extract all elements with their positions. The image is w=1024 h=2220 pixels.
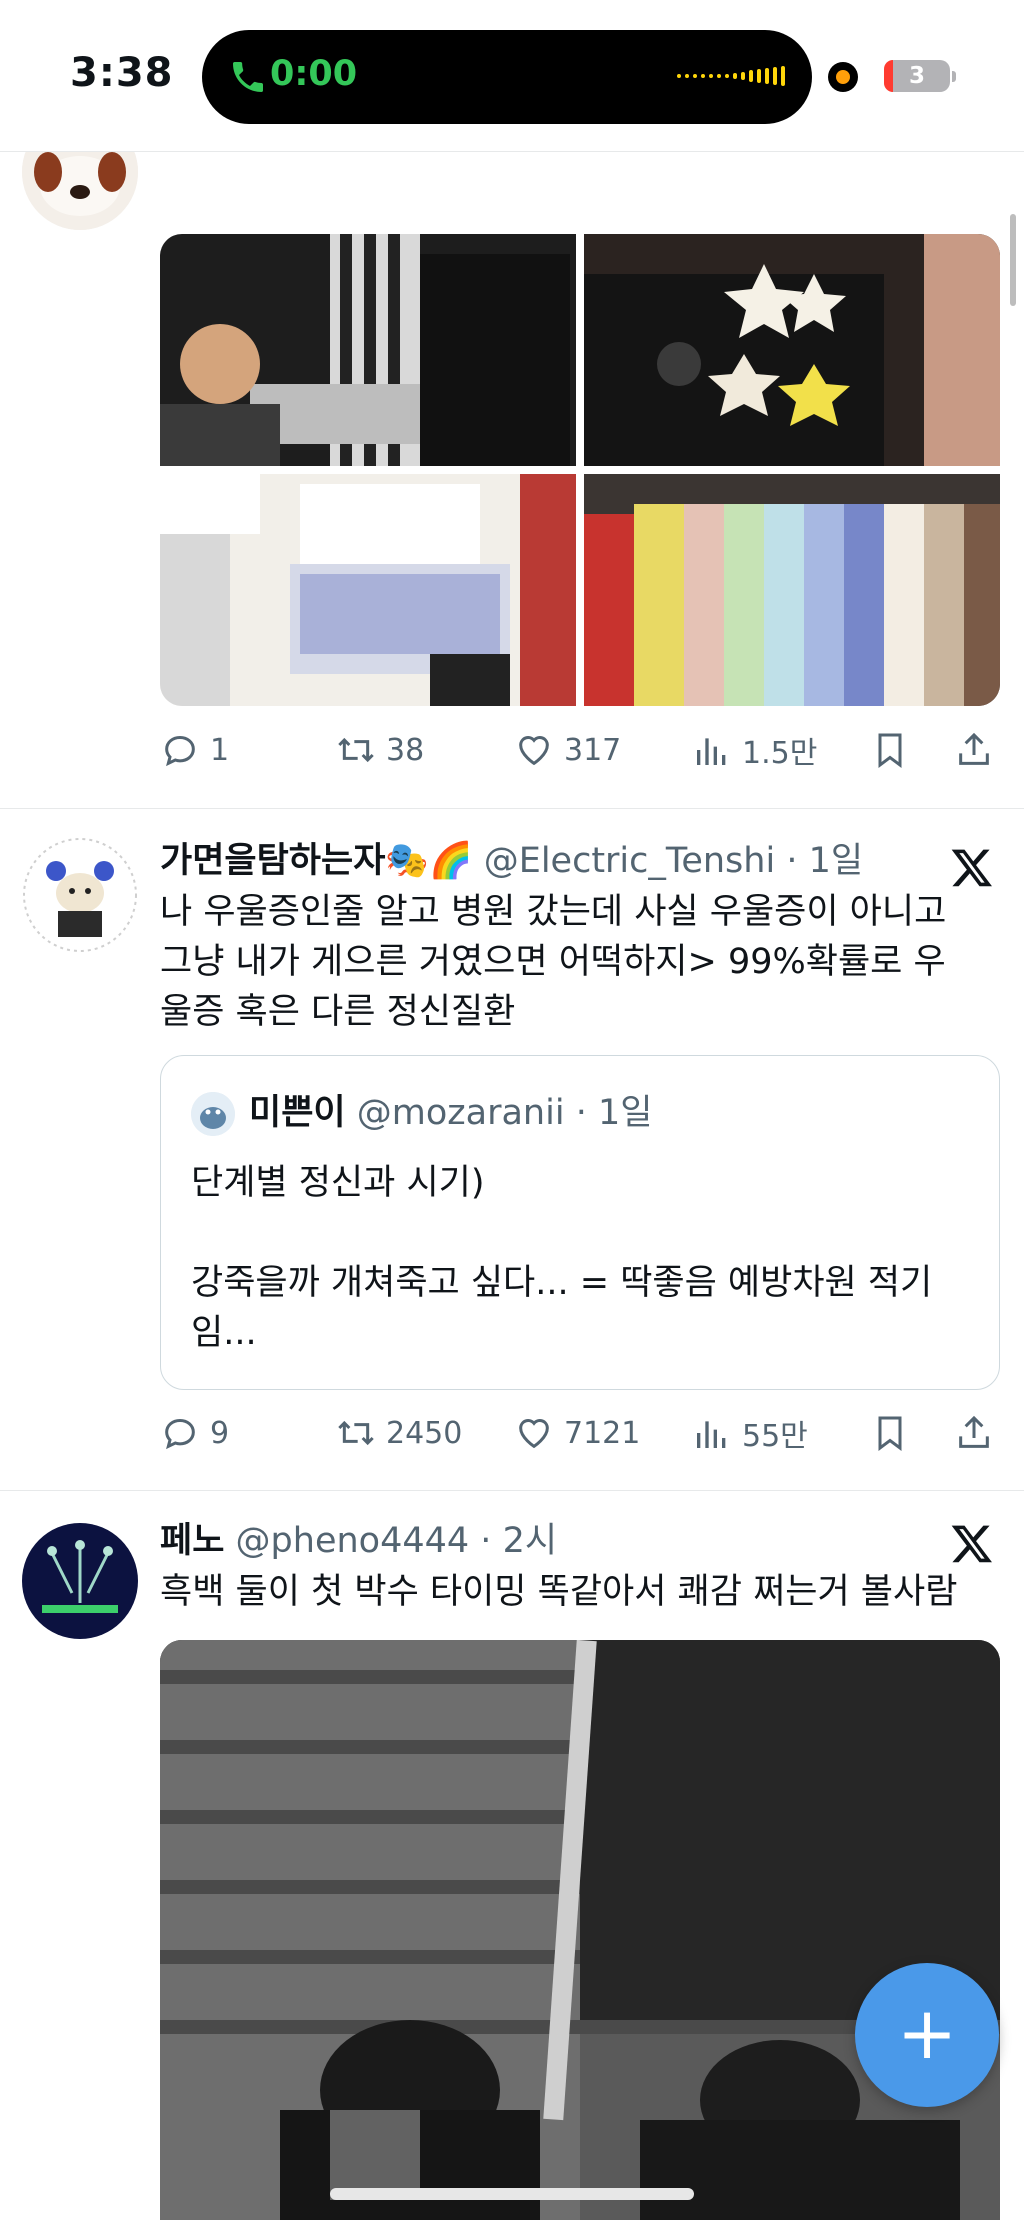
avatar[interactable] (22, 1523, 138, 1639)
dynamic-island[interactable]: 0:00 (202, 30, 812, 124)
media-image[interactable] (584, 234, 1000, 466)
quote-time: 1일 (597, 1093, 653, 1133)
phone-icon (233, 62, 263, 92)
quoted-tweet[interactable]: 미쁜이 @mozaranii · 1일 단계별 정신과 시기) 강죽을까 개쳐죽… (160, 1055, 1000, 1390)
reply-count: 9 (210, 1415, 230, 1451)
reply-icon (165, 735, 195, 767)
battery-level: 3 (908, 63, 925, 89)
status-time: 3:38 (70, 50, 174, 96)
scrollbar[interactable] (1010, 214, 1016, 306)
tweet-text: 흑백 둘이 첫 박수 타이밍 똑같아서 쾌감 쩌는거 볼사람 (160, 1572, 958, 1612)
like-button[interactable]: 317 (514, 720, 621, 780)
separator-dot: · (575, 1093, 587, 1133)
share-button[interactable] (954, 1403, 994, 1463)
quote-text: 단계별 정신과 시기) 강죽을까 개쳐죽고 싶다... = 딱좋음 예방차원 적… (191, 1163, 933, 1353)
call-timer: 0:00 (270, 54, 358, 94)
bookmark-icon (878, 1416, 902, 1451)
tweet[interactable]: 가면을탐하는자🎭🌈 @Electric_Tenshi · 1일 나 우울증인줄 … (0, 809, 1024, 1490)
views-count: 1.5만 (742, 736, 818, 771)
tweet-header: 가면을탐하는자🎭🌈 @Electric_Tenshi · 1일 (160, 835, 1000, 887)
recording-dot-icon (828, 62, 858, 92)
tweet[interactable]: 페노 @pheno4444 · 2시 흑백 둘이 첫 박수 타이밍 똑같아서 쾌… (0, 1491, 1024, 2220)
status-bar: 3:38 0:00 3 (0, 0, 1024, 152)
like-button[interactable]: 7121 (514, 1403, 640, 1463)
avatar[interactable] (22, 837, 138, 953)
bookmark-button[interactable] (870, 720, 910, 780)
retweet-icon (338, 1420, 374, 1446)
home-indicator[interactable] (330, 2188, 694, 2200)
tweet-header: 페노 @pheno4444 · 2시 (160, 1515, 1000, 1567)
display-name[interactable]: 가면을탐하는자🎭🌈 (160, 841, 473, 881)
bookmark-icon (878, 733, 902, 768)
avatar-image (22, 837, 138, 953)
display-name[interactable]: 페노 (160, 1521, 224, 1561)
reply-button[interactable]: 1 (160, 720, 229, 780)
media-grid[interactable] (160, 234, 1000, 706)
heart-icon (519, 736, 549, 766)
heart-icon (519, 1419, 549, 1449)
compose-button[interactable]: + (855, 1963, 999, 2107)
media-image[interactable] (160, 234, 576, 466)
share-icon (959, 1415, 989, 1448)
user-handle[interactable]: @Electric_Tenshi (484, 841, 775, 881)
retweet-button[interactable]: 2450 (336, 1403, 462, 1463)
bookmark-button[interactable] (870, 1403, 910, 1463)
reply-icon (165, 1418, 195, 1450)
x-logo-icon[interactable] (950, 845, 994, 889)
plus-icon: + (896, 1991, 958, 2075)
battery-icon: 3 (884, 60, 950, 92)
tweet-text: 나 우울증인줄 알고 병원 갔는데 사실 우울증이 아니고 그냥 내가 게으른 … (160, 892, 947, 1032)
like-count: 7121 (564, 1415, 641, 1451)
avatar-image (22, 1523, 138, 1639)
video-frame (160, 1640, 1000, 2220)
retweet-count: 2450 (386, 1415, 463, 1451)
quote-header: 미쁜이 @mozaranii · 1일 (191, 1088, 652, 1138)
like-count: 317 (564, 732, 622, 768)
tweet-time[interactable]: 1일 (809, 841, 863, 881)
separator-dot: · (480, 1521, 492, 1561)
separator-dot: · (786, 841, 798, 881)
video-player[interactable] (160, 1640, 1000, 2220)
tweet-actions: 1 38 317 1.5만 (160, 720, 1000, 780)
tweet-actions: 9 2450 7121 55만 (160, 1403, 1000, 1463)
reply-button[interactable]: 9 (160, 1403, 229, 1463)
retweet-button[interactable]: 38 (336, 720, 424, 780)
media-image[interactable] (160, 474, 576, 706)
tweet-time[interactable]: 2시 (503, 1521, 557, 1561)
retweet-icon (338, 737, 374, 763)
views-button[interactable]: 1.5만 (692, 720, 817, 780)
views-icon (697, 738, 726, 765)
views-button[interactable]: 55만 (692, 1403, 808, 1463)
views-icon (697, 1421, 726, 1448)
quote-handle: @mozaranii (356, 1093, 565, 1133)
share-button[interactable] (954, 720, 994, 780)
x-logo-icon[interactable] (950, 1521, 994, 1565)
waveform-icon (677, 63, 785, 89)
retweet-count: 38 (386, 732, 425, 768)
share-icon (959, 732, 989, 765)
user-handle[interactable]: @pheno4444 (236, 1521, 470, 1561)
reply-count: 1 (210, 732, 230, 768)
quote-avatar (191, 1092, 235, 1136)
quote-display-name: 미쁜이 (249, 1093, 346, 1133)
views-count: 55만 (742, 1419, 808, 1454)
media-image[interactable] (584, 474, 1000, 706)
